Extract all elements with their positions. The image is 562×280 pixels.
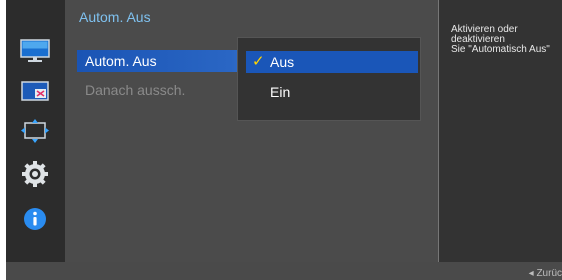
help-panel: Aktivieren oder deaktivieren Sie "Automa… [438,0,562,262]
info-icon[interactable] [20,204,50,234]
menu-title: Autom. Aus [79,9,151,25]
option-dropdown: ✓ Aus Ein [237,37,421,121]
footer-bar: ◂ Zurüc [6,262,562,280]
help-text: Aktivieren oder deaktivieren Sie "Automa… [451,24,550,55]
sidebar [6,0,65,262]
option-ein-label: Ein [270,84,291,100]
option-aus-label: Aus [270,54,295,70]
back-button[interactable]: ◂ Zurüc [529,268,562,279]
back-arrow-icon: ◂ [528,268,534,279]
settings-icon[interactable] [20,159,50,189]
picture-adjust-icon[interactable] [20,76,50,106]
checkmark-icon: ✓ [252,53,265,70]
screen-size-icon[interactable] [20,116,50,146]
back-label: Zurüc [536,268,562,279]
option-aus[interactable]: ✓ Aus [246,51,418,73]
monitor-icon[interactable] [20,36,50,66]
option-ein[interactable]: Ein [246,81,418,103]
